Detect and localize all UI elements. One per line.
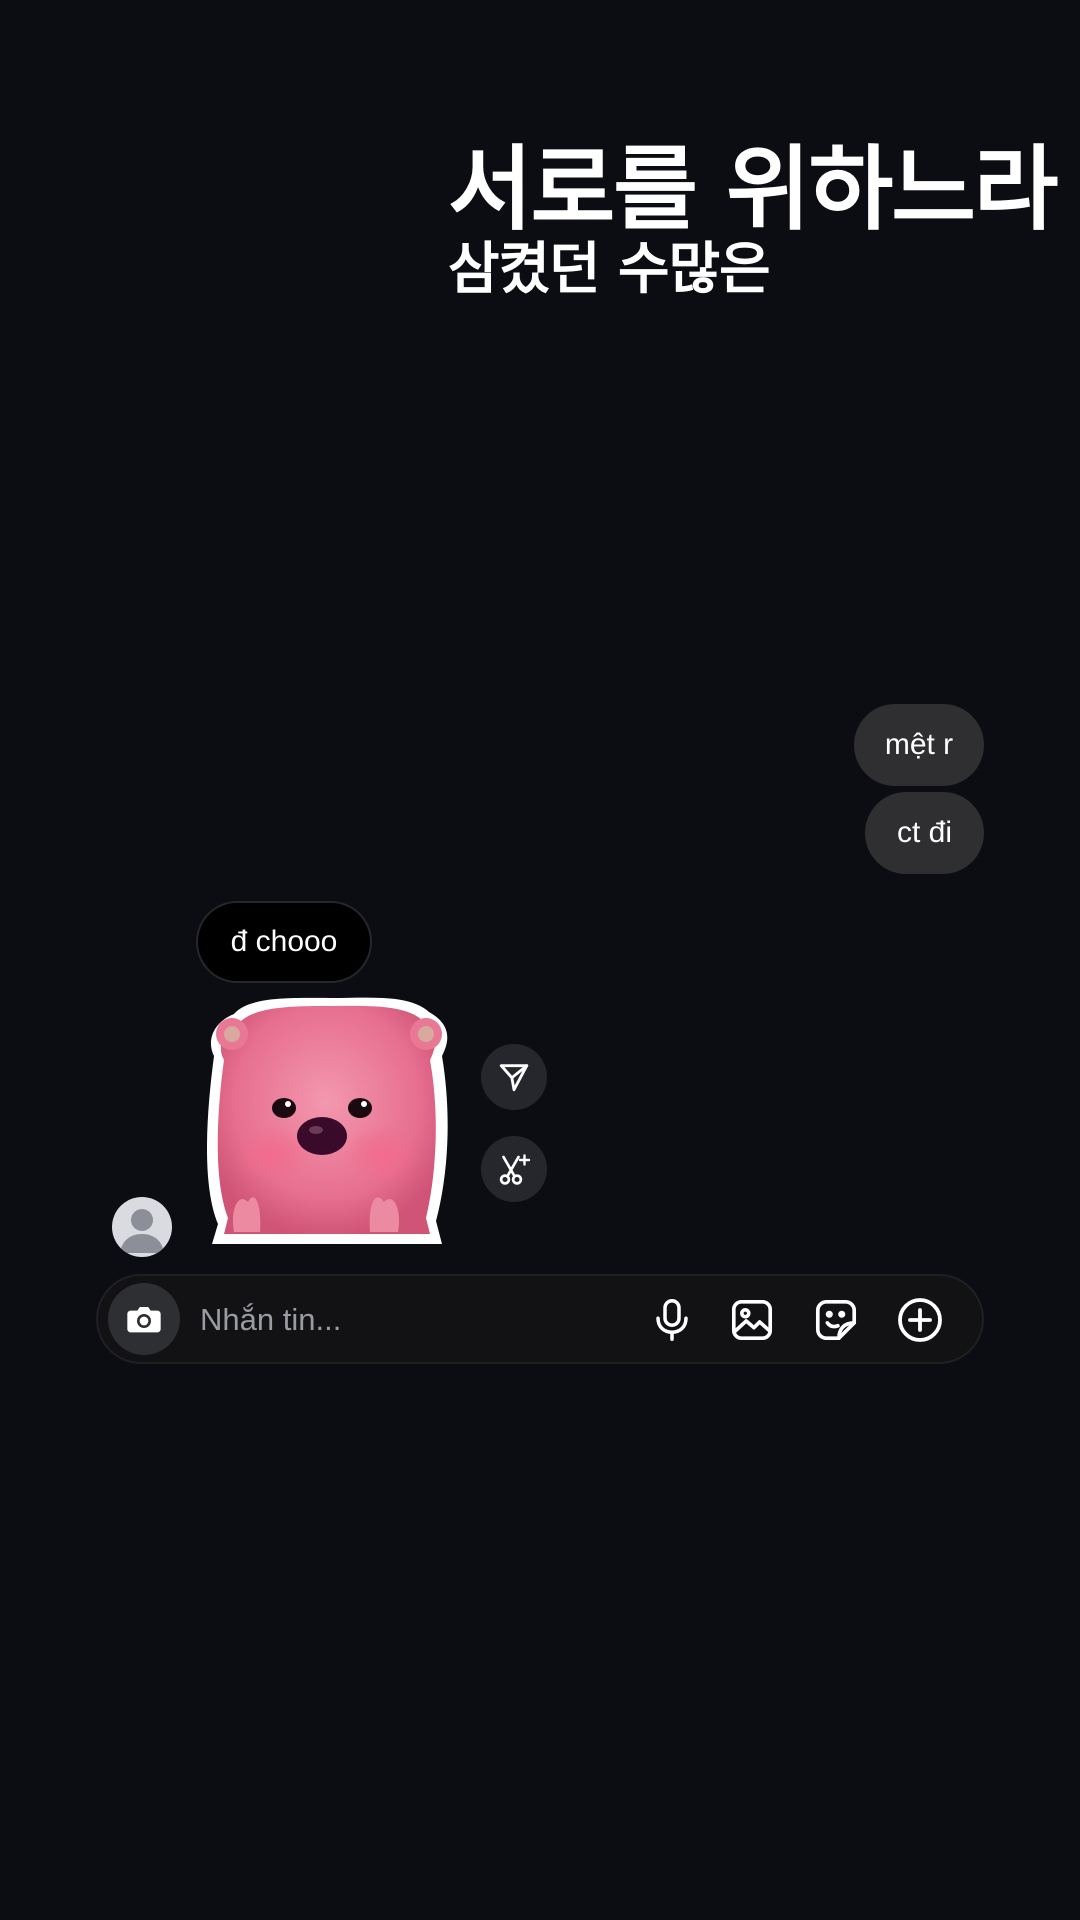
screen: 서로를 위하느라 삼켰던 수많은 mệt r ct đi đ chooo (0, 0, 1080, 1920)
bear-sticker[interactable] (204, 996, 456, 1250)
message-composer (96, 1274, 984, 1364)
incoming-message-bubble[interactable]: đ chooo (196, 901, 372, 983)
sticker-button[interactable] (810, 1294, 862, 1346)
outgoing-message-bubble[interactable]: ct đi (865, 792, 984, 874)
lyric-line-2: 삼켰던 수많은 (448, 237, 771, 302)
default-avatar-icon (120, 1209, 164, 1253)
camera-button[interactable] (108, 1283, 180, 1355)
sticker-icon (815, 1299, 857, 1341)
share-sticker-button[interactable] (481, 1044, 547, 1110)
message-text: ct đi (896, 816, 953, 849)
lyrics-overlay: 서로를 위하느라 삼켰던 수많은 (448, 136, 1059, 302)
gallery-button[interactable] (726, 1294, 778, 1346)
microphone-icon (656, 1299, 688, 1341)
lyric-line-1: 서로를 위하느라 (448, 136, 1059, 243)
camera-icon (127, 1307, 161, 1333)
scissors-sparkle-icon (499, 1154, 531, 1185)
message-input[interactable] (198, 1294, 622, 1346)
gallery-icon (731, 1299, 773, 1341)
message-text: đ chooo (230, 925, 338, 958)
plus-circle-icon (898, 1298, 942, 1342)
more-options-button[interactable] (894, 1294, 946, 1346)
voice-message-button[interactable] (646, 1294, 698, 1346)
remix-sticker-button[interactable] (481, 1136, 547, 1202)
sender-avatar[interactable] (112, 1197, 172, 1257)
message-text: mệt r (884, 728, 954, 761)
send-icon (499, 1064, 529, 1092)
outgoing-message-bubble[interactable]: mệt r (854, 704, 984, 786)
